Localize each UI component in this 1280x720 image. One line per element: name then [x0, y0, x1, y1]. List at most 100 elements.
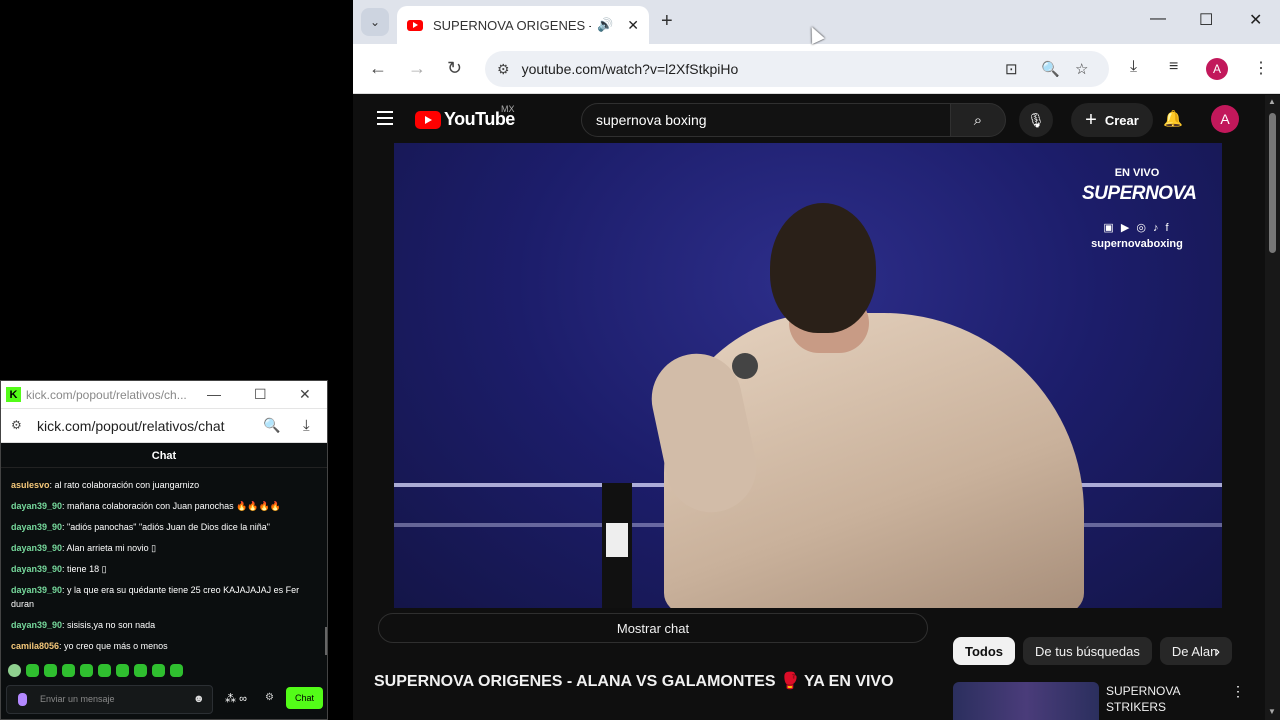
chat-username[interactable]: asulesvo — [11, 480, 50, 490]
microphone-icon[interactable] — [18, 693, 27, 706]
youtube-avatar[interactable]: A — [1211, 105, 1239, 133]
recommendation-title[interactable]: SUPERNOVA STRIKERS AMIGO — [1106, 683, 1206, 715]
chat-messages: asulesvo: al rato colaboración con juang… — [11, 478, 311, 660]
emote-icon[interactable] — [116, 664, 129, 677]
speaker-icon[interactable]: 🔊 — [597, 17, 613, 33]
site-info-icon[interactable]: ⚙ — [497, 61, 510, 78]
video-title: SUPERNOVA ORIGENES - ALANA VS GALAMONTES… — [374, 673, 894, 690]
plus-icon: + — [1085, 108, 1097, 131]
emote-icon[interactable] — [98, 664, 111, 677]
scroll-up-icon[interactable]: ▲ — [1268, 97, 1276, 106]
profile-avatar[interactable]: A — [1206, 58, 1228, 80]
tab-title: SUPERNOVA ORIGENES - AL — [433, 17, 591, 33]
voice-search-button[interactable]: 🎙 — [1019, 103, 1053, 137]
show-chat-button[interactable]: Mostrar chat — [378, 613, 928, 643]
chat-text: : "adiós panochas" "adiós Juan de Dios d… — [62, 522, 270, 532]
emote-icon[interactable] — [26, 664, 39, 677]
url-text[interactable]: youtube.com/watch?v=l2XfStkpiHo — [522, 61, 739, 77]
search-button[interactable]: ⌕ — [950, 103, 1006, 137]
emote-icon[interactable] — [62, 664, 75, 677]
filter-chips: Todos De tus búsquedas De Alan — [953, 637, 1232, 665]
download-icon[interactable]: ⤓ — [303, 417, 310, 434]
social-icons: ▣ ▶ ◎ ♪ f — [1103, 222, 1171, 234]
minimize-button[interactable]: — — [1150, 10, 1166, 28]
site-info-icon[interactable]: ⚙ — [11, 418, 22, 432]
chat-username[interactable]: dayan39_90 — [11, 585, 62, 595]
tab-close-button[interactable]: ✕ — [627, 17, 639, 34]
address-bar[interactable]: ⚙ youtube.com/watch?v=l2XfStkpiHo ⊡ 🔍 ☆ — [485, 51, 1109, 87]
search-icon: ⌕ — [973, 111, 983, 129]
more-options-icon[interactable]: ⋮ — [1231, 683, 1245, 700]
page-scrollbar[interactable]: ▲ ▼ — [1265, 95, 1280, 720]
chat-message: dayan39_90: Alan arrieta mi novio ▯ — [11, 541, 311, 555]
chat-username[interactable]: dayan39_90 — [11, 543, 62, 553]
install-app-icon[interactable]: ⊡ — [1005, 60, 1018, 78]
chat-message: dayan39_90: y la que era su quédante tie… — [11, 583, 311, 611]
live-label: EN VIVO — [1114, 167, 1160, 179]
emote-icon[interactable] — [134, 664, 147, 677]
tab-youtube[interactable]: SUPERNOVA ORIGENES - AL 🔊 ✕ — [397, 6, 649, 44]
new-tab-button[interactable]: + — [661, 10, 673, 33]
scrollbar-thumb[interactable] — [1269, 113, 1276, 253]
chat-message-input[interactable]: Enviar un mensaje ☻ — [6, 685, 213, 714]
recommendation-thumbnail[interactable] — [953, 682, 1099, 720]
points-indicator[interactable]: ⁂ ∞ — [225, 692, 247, 705]
chat-username[interactable]: dayan39_90 — [11, 522, 62, 532]
menu-kebab-icon[interactable]: ⋮ — [1253, 58, 1269, 78]
emoji-icon[interactable]: ☻ — [193, 693, 205, 705]
emote-icon[interactable] — [80, 664, 93, 677]
microphone-icon: 🎙 — [1027, 111, 1045, 128]
browser-window: ⌄ SUPERNOVA ORIGENES - AL 🔊 ✕ + — ☐ ✕ ← … — [353, 0, 1280, 720]
microphone — [732, 353, 758, 379]
chat-username[interactable]: camila8056 — [11, 641, 59, 651]
emote-icon[interactable] — [44, 664, 57, 677]
chevron-down-icon: ⌄ — [369, 15, 381, 29]
create-button[interactable]: + Crear — [1071, 103, 1153, 137]
youtube-favicon-icon — [407, 19, 423, 31]
chat-username[interactable]: dayan39_90 — [11, 564, 62, 574]
notifications-bell-icon[interactable]: 🔔 — [1163, 109, 1183, 129]
kick-url[interactable]: kick.com/popout/relativos/chat — [37, 418, 225, 434]
youtube-logo[interactable]: YouTube MX — [415, 104, 515, 130]
chat-message: dayan39_90: "adiós panochas" "adiós Juan… — [11, 520, 311, 534]
close-window-button[interactable]: ✕ — [1249, 10, 1262, 30]
chat-text: : Alan arrieta mi novio ▯ — [62, 543, 157, 553]
video-player[interactable]: EN VIVO SUPERNOVA ▣ ▶ ◎ ♪ f supernovabox… — [394, 143, 1222, 608]
chat-text: : al rato colaboración con juangarnizo — [49, 480, 200, 490]
kick-close-button[interactable]: ✕ — [299, 386, 311, 403]
hamburger-menu-icon[interactable] — [377, 111, 393, 125]
stream-overlay: EN VIVO SUPERNOVA ▣ ▶ ◎ ♪ f supernovabox… — [1082, 167, 1197, 250]
youtube-page: YouTube MX supernova boxing ⌕ 🎙 + Crear 🔔… — [353, 95, 1265, 720]
chip-de-alan[interactable]: De Alan — [1159, 637, 1232, 665]
downloads-icon[interactable]: ⤓ — [1130, 58, 1137, 76]
tab-search-button[interactable]: ⌄ — [361, 8, 389, 36]
chat-text: : yo creo que más o menos — [59, 641, 168, 651]
chip-todos[interactable]: Todos — [953, 637, 1016, 665]
zoom-icon[interactable]: 🔍 — [1041, 60, 1060, 78]
chat-username[interactable]: dayan39_90 — [11, 501, 62, 511]
forward-button[interactable]: → — [408, 58, 426, 79]
chat-send-button[interactable]: Chat — [286, 687, 323, 709]
emote-icon[interactable] — [170, 664, 183, 677]
bookmark-star-icon[interactable]: ☆ — [1075, 60, 1088, 78]
brand-logo: SUPERNOVA — [1082, 183, 1197, 204]
reload-button[interactable]: ↻ — [447, 58, 462, 79]
emote-icon[interactable] — [8, 664, 21, 677]
search-input[interactable]: supernova boxing — [581, 103, 951, 137]
youtube-play-icon — [415, 110, 441, 129]
chat-scrollbar[interactable] — [325, 627, 327, 655]
chat-settings-icon[interactable]: ⚙ — [265, 692, 274, 703]
emote-icon[interactable] — [152, 664, 165, 677]
zoom-icon[interactable]: 🔍 — [263, 417, 280, 434]
scroll-down-icon[interactable]: ▼ — [1268, 707, 1276, 716]
chat-message: asulesvo: al rato colaboración con juang… — [11, 478, 311, 492]
media-control-icon[interactable]: ≡ — [1169, 58, 1178, 76]
chat-username[interactable]: dayan39_90 — [11, 620, 62, 630]
maximize-button[interactable]: ☐ — [1199, 10, 1213, 30]
chevron-right-icon[interactable]: › — [1215, 643, 1220, 660]
chip-de-tus-busquedas[interactable]: De tus búsquedas — [1023, 637, 1152, 665]
back-button[interactable]: ← — [369, 58, 387, 79]
kick-minimize-button[interactable]: — — [207, 386, 221, 402]
kick-favicon-icon: K — [6, 387, 21, 402]
kick-maximize-button[interactable]: ☐ — [254, 386, 267, 403]
